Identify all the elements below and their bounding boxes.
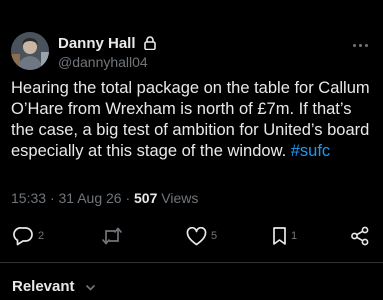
like-button[interactable]: 5 [186,222,217,250]
meta-separator: · [49,190,55,206]
repost-icon [101,226,123,246]
action-bar: 2 5 1 [0,222,383,250]
like-count: 5 [211,230,218,242]
reply-sort-dropdown[interactable]: Relevant [12,278,96,295]
reply-button[interactable]: 2 [13,222,44,250]
meta-separator: · [125,190,131,206]
share-button[interactable] [350,222,370,250]
bookmark-button[interactable]: 1 [272,222,297,250]
views-label: Views [161,190,199,206]
avatar[interactable] [11,32,49,70]
author-name[interactable]: Danny Hall [58,35,136,52]
post-meta: 15:33 · 31 Aug 26 · 507 Views [11,190,198,206]
divider [0,262,383,263]
chevron-down-icon [85,284,95,291]
bookmark-icon [272,226,287,246]
more-options-icon[interactable] [351,38,371,54]
reply-icon [13,226,34,246]
author-handle[interactable]: @dannyhall04 [58,54,148,70]
author-name-row[interactable]: Danny Hall [58,35,156,54]
avatar-image [11,32,49,70]
heart-icon [186,226,207,246]
post-time[interactable]: 15:33 [11,190,46,206]
post-date[interactable]: 31 Aug 26 [59,190,122,206]
reply-count: 2 [38,230,45,242]
bookmark-count: 1 [291,230,298,242]
share-icon [350,226,370,246]
repost-button[interactable] [101,222,127,250]
views-count: 507 [134,190,158,206]
post-text: Hearing the total package on the table f… [11,78,377,162]
reply-sort-label: Relevant [12,278,75,295]
lock-icon [143,36,156,54]
post-header: Danny Hall @dannyhall04 [11,32,373,72]
hashtag-link[interactable]: #sufc [291,142,330,160]
